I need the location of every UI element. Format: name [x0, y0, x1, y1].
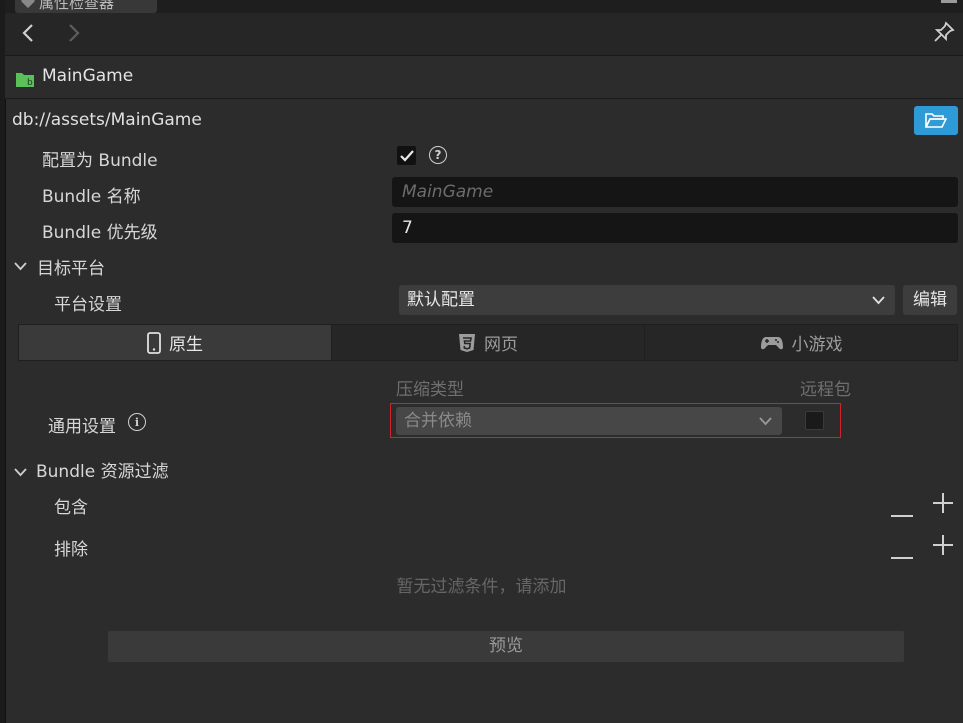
platform-settings-value: 默认配置 [407, 290, 475, 310]
remote-bundle-checkbox [805, 411, 824, 430]
bundle-name-placeholder: MainGame [402, 182, 494, 202]
preview-button[interactable]: 预览 [108, 631, 904, 662]
bundle-priority-input[interactable]: 7 [392, 213, 958, 243]
panel-menu-icon[interactable] [941, 0, 957, 3]
pin-icon[interactable] [933, 21, 955, 48]
svg-text:b: b [27, 78, 33, 88]
filter-section-label[interactable]: Bundle 资源过滤 [36, 457, 169, 482]
cube-icon [20, 0, 36, 9]
tab-minigame-label: 小游戏 [791, 335, 843, 355]
bundle-name-input[interactable]: MainGame [392, 177, 958, 207]
bundle-priority-value: 7 [402, 218, 413, 238]
tab-native-label: 原生 [169, 335, 203, 355]
remote-bundle-header: 远程包 [800, 380, 851, 400]
info-icon[interactable]: i [128, 413, 146, 431]
gamepad-icon [760, 336, 783, 349]
folder-open-icon [925, 113, 947, 128]
bundle-priority-label: Bundle 优先级 [42, 223, 158, 243]
tab-inspector[interactable]: 属性检查器 [15, 0, 157, 13]
compress-type-header: 压缩类型 [396, 380, 464, 400]
empty-filter-text: 暂无过滤条件，请添加 [396, 577, 567, 597]
filter-section-chevron-icon[interactable] [14, 462, 27, 482]
help-icon[interactable]: ? [429, 146, 447, 164]
tab-title: 属性检查器 [39, 0, 115, 12]
include-label: 包含 [54, 498, 88, 518]
bundle-name-label: Bundle 名称 [42, 187, 141, 207]
tab-minigame[interactable]: 小游戏 [645, 325, 957, 360]
platform-settings-select[interactable]: 默认配置 [399, 285, 895, 315]
exclude-remove-icon[interactable] [891, 544, 913, 564]
left-edge [0, 0, 6, 723]
platform-tabs: 原生 网页 小游戏 [18, 324, 958, 361]
panel-tab-bar: 属性检查器 [5, 0, 963, 13]
asset-title-row: b MainGame [5, 56, 963, 99]
compress-type-select: 合并依赖 [396, 407, 782, 435]
compress-type-value: 合并依赖 [404, 411, 472, 431]
target-section-chevron-icon[interactable] [14, 256, 27, 276]
tab-web[interactable]: 网页 [332, 325, 645, 360]
edit-button[interactable]: 编辑 [903, 285, 957, 315]
back-arrow-icon[interactable] [21, 23, 35, 49]
general-settings-label: 通用设置 [48, 417, 116, 437]
chevron-down-icon [872, 285, 885, 315]
platform-settings-label: 平台设置 [54, 295, 122, 315]
include-add-icon[interactable] [933, 493, 953, 518]
mobile-icon [147, 331, 161, 354]
nav-bar [5, 13, 963, 56]
include-remove-icon[interactable] [891, 502, 913, 522]
asset-name: MainGame [42, 66, 134, 86]
open-folder-button[interactable] [914, 106, 958, 135]
exclude-add-icon[interactable] [933, 535, 953, 560]
asset-path: db://assets/MainGame [12, 110, 202, 130]
tab-web-label: 网页 [484, 335, 518, 355]
bundle-folder-icon: b [15, 71, 35, 93]
tab-native[interactable]: 原生 [19, 325, 332, 360]
config-bundle-checkbox[interactable] [397, 146, 416, 165]
forward-arrow-icon[interactable] [67, 23, 81, 49]
target-section-label[interactable]: 目标平台 [37, 254, 105, 279]
config-bundle-label: 配置为 Bundle [42, 151, 158, 171]
checkmark-icon [399, 149, 414, 162]
html5-icon [459, 333, 475, 352]
exclude-label: 排除 [54, 540, 88, 560]
chevron-down-icon [759, 407, 772, 435]
